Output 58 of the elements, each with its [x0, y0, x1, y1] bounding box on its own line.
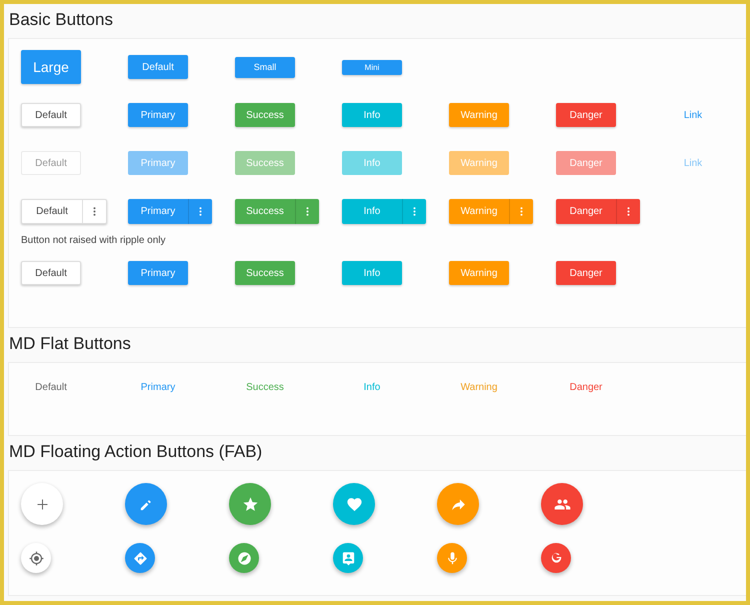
- compass-icon: [236, 550, 252, 566]
- fab-button[interactable]: [541, 543, 571, 573]
- fab-button[interactable]: [21, 543, 51, 573]
- more-icon: [627, 206, 630, 216]
- flat-button[interactable]: Info: [342, 378, 402, 396]
- fab-button[interactable]: [229, 483, 271, 525]
- flat-button[interactable]: Danger: [556, 378, 616, 396]
- fab-button[interactable]: [125, 483, 167, 525]
- button[interactable]: Default: [21, 103, 81, 127]
- button[interactable]: Primary: [128, 103, 188, 127]
- split-button-label[interactable]: Success: [235, 198, 295, 224]
- button[interactable]: Warning: [449, 261, 509, 285]
- split-button-label[interactable]: Default: [22, 200, 82, 222]
- section-title: Basic Buttons: [8, 9, 114, 31]
- split-button[interactable]: Danger: [556, 198, 640, 224]
- button[interactable]: Info: [342, 103, 402, 127]
- split-button[interactable]: Success: [235, 198, 319, 224]
- button[interactable]: Mini: [342, 60, 402, 74]
- more-icon: [306, 206, 309, 216]
- button[interactable]: Large: [21, 50, 81, 84]
- more-icon: [520, 206, 523, 216]
- note-text: Button not raised with ripple only: [21, 235, 167, 247]
- button[interactable]: Success: [235, 103, 295, 127]
- split-button[interactable]: Primary: [128, 198, 212, 224]
- flat-button[interactable]: Warning: [449, 378, 509, 396]
- split-button-label[interactable]: Warning: [449, 198, 509, 224]
- button[interactable]: Info: [342, 261, 402, 285]
- button[interactable]: Primary: [128, 261, 188, 285]
- section-title: MD Floating Action Buttons (FAB): [8, 441, 264, 463]
- link[interactable]: Link: [663, 103, 723, 127]
- button[interactable]: Danger: [556, 103, 616, 127]
- contact-card-icon: [340, 550, 356, 566]
- flat-button[interactable]: Primary: [128, 378, 188, 396]
- section-title: MD Flat Buttons: [8, 333, 132, 355]
- split-button[interactable]: Default: [21, 198, 107, 224]
- split-button[interactable]: Warning: [449, 198, 533, 224]
- button[interactable]: Success: [235, 261, 295, 285]
- button[interactable]: Default: [128, 55, 188, 79]
- button[interactable]: Warning: [449, 103, 509, 127]
- button[interactable]: Small: [235, 56, 295, 78]
- more-icon: [199, 206, 202, 216]
- button[interactable]: Default: [21, 261, 81, 285]
- fab-button[interactable]: [229, 543, 259, 573]
- flat-button[interactable]: Success: [235, 378, 295, 396]
- split-button[interactable]: Info: [342, 198, 426, 224]
- more-icon: [413, 206, 416, 216]
- star-icon: [242, 496, 258, 512]
- flat-button[interactable]: Default: [21, 378, 81, 396]
- diamond-arrow-icon: [132, 550, 148, 566]
- fab-button[interactable]: [541, 483, 583, 525]
- split-button-label[interactable]: Danger: [556, 198, 616, 224]
- crosshair-icon: [28, 550, 44, 566]
- heart-icon: [346, 496, 362, 512]
- split-button-label[interactable]: Primary: [128, 198, 188, 224]
- split-button-label[interactable]: Info: [342, 198, 402, 224]
- more-icon: [93, 206, 96, 216]
- button[interactable]: Danger: [556, 261, 616, 285]
- fab-button[interactable]: [125, 543, 155, 573]
